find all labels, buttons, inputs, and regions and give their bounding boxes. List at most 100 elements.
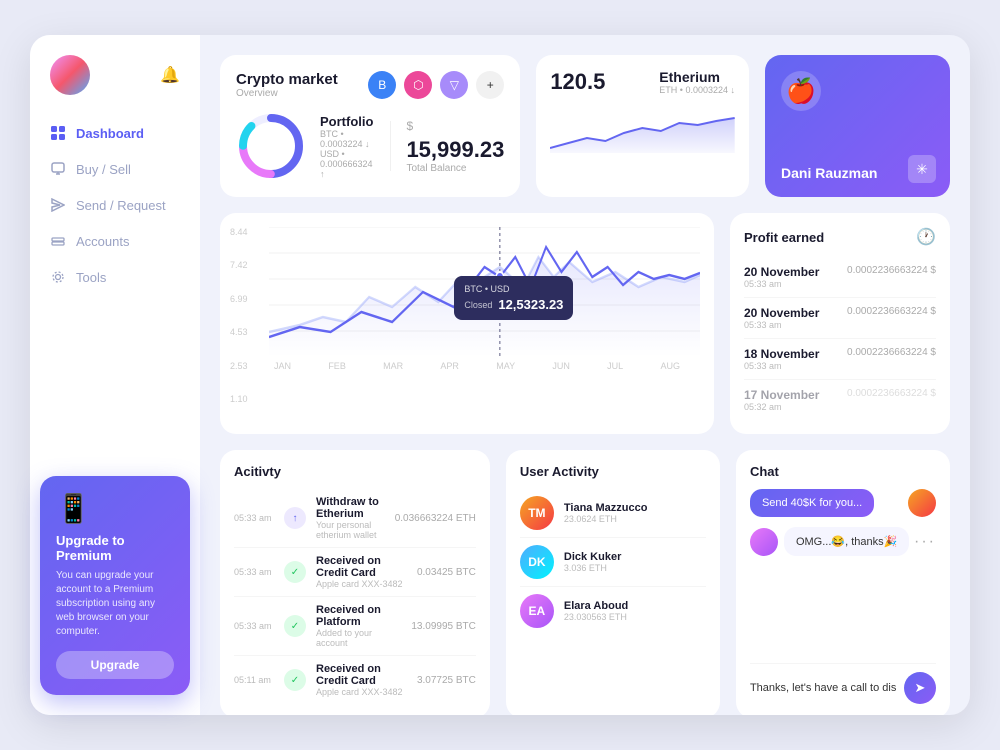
activity-time-0: 05:33 am [234,513,274,523]
activity-card: Acitivty 05:33 am ↑ Withdraw to Etherium… [220,450,490,715]
chat-received-row: OMG...😂, thanks🎉 ··· [750,527,936,556]
profit-date-1: 20 November [744,306,819,320]
activity-amount-0: 0.036663224 ETH [395,513,476,524]
typing-dots: ··· [914,533,936,551]
upgrade-icon: 📱 [56,492,174,525]
activity-dot-3: ✓ [284,669,306,691]
profit-amount-2: 0.0002236663224 $ [847,347,936,358]
chat-sent-row: Send 40$K for you... [750,489,936,517]
activity-row-2: 05:33 am ✓ Received on Platform Added to… [234,597,476,656]
balance-section: $ 15,999.23 Total Balance [406,119,504,174]
user-info-2: Elara Aboud 23.030563 ETH [564,600,628,622]
activity-amount-1: 0.03425 BTC [417,567,476,578]
vtc-icon-btn[interactable]: ▽ [440,71,468,99]
sidebar-item-sendrequest[interactable]: Send / Request [30,187,200,223]
upgrade-description: You can upgrade your account to a Premiu… [56,569,174,639]
x-label-2: MAR [383,361,403,371]
y-label-2: 6.99 [230,294,248,304]
y-label-5: 1.10 [230,394,248,404]
add-crypto-btn[interactable]: + [476,71,504,99]
activity-name-1: Received on Credit Card [316,555,407,579]
user-avatar-1: DK [520,545,554,579]
x-label-1: FEB [328,361,346,371]
crypto-market-title: Crypto market [236,71,338,88]
divider [390,121,391,171]
activity-row-1: 05:33 am ✓ Received on Credit Card Apple… [234,548,476,597]
user-activity-card: User Activity TM Tiana Mazzucco 23.0624 … [506,450,720,715]
sidebar-item-label-sendrequest: Send / Request [76,198,166,213]
send-icon [50,197,66,213]
profit-row-0: 20 November 05:33 am 0.0002236663224 $ [744,257,936,298]
profit-row-3: 17 November 05:32 am 0.0002236663224 $ [744,380,936,420]
profit-amount-1: 0.0002236663224 $ [847,306,936,317]
chart-card: 8.44 7.42 6.99 4.53 2.53 1.10 [220,213,714,434]
btc-icon-btn[interactable]: B [368,71,396,99]
crypto-market-card: Crypto market Overview B ⬡ ▽ + [220,55,520,197]
tooltip-label: BTC • USD [464,284,563,294]
history-icon[interactable]: 🕐 [916,227,936,247]
y-label-1: 7.42 [230,260,248,270]
user-info-1: Dick Kuker 3.036 ETH [564,551,621,573]
profit-card: Profit earned 🕐 20 November 05:33 am 0.0… [730,213,950,434]
upgrade-button[interactable]: Upgrade [56,651,174,679]
profit-title: Profit earned [744,230,824,245]
eth-chart [550,103,735,183]
upgrade-title: Upgrade to Premium [56,533,174,563]
chart-area: BTC • USD Closed 12,5323.23 [269,227,700,357]
chat-send-button[interactable]: ➤ [904,672,936,704]
portfolio-section: Portfolio BTC • 0.0003224 ↓ USD • 0.0006… [236,111,374,181]
layers-icon [50,233,66,249]
sidebar-item-dashboard[interactable]: Dashboard [30,115,200,151]
portfolio-btc: BTC • 0.0003224 ↓ [320,129,374,149]
chat-bubble-received: OMG...😂, thanks🎉 [784,527,909,556]
user-amount-0: 23.0624 ETH [564,514,648,524]
x-label-3: APR [440,361,459,371]
chart-tooltip: BTC • USD Closed 12,5323.23 [454,276,573,320]
sidebar-item-accounts[interactable]: Accounts [30,223,200,259]
activity-row-3: 05:11 am ✓ Received on Credit Card Apple… [234,656,476,704]
activity-info-0: Withdraw to Etherium Your personal ether… [316,496,385,540]
etherium-card: 120.5 Etherium ETH • 0.0003224 ↓ [536,55,749,197]
sidebar-item-label-dashboard: Dashboard [76,126,144,141]
settings-icon [50,269,66,285]
upgrade-card: 📱 Upgrade to Premium You can upgrade you… [40,476,190,695]
profit-row-1: 20 November 05:33 am 0.0002236663224 $ [744,298,936,339]
sidebar-item-label-accounts: Accounts [76,234,129,249]
activity-amount-2: 13.09995 BTC [411,621,476,632]
sidebar-item-buysell[interactable]: Buy / Sell [30,151,200,187]
chat-input[interactable] [750,682,896,694]
profit-header: Profit earned 🕐 [744,227,936,247]
balance-value: 15,999.23 [406,137,504,162]
chat-avatar-received [750,528,778,556]
eth-value: 120.5 [550,69,605,95]
user-name-0: Tiana Mazzucco [564,502,648,514]
activity-sub-3: Apple card XXX-3482 [316,687,407,697]
chart-x-labels: JAN FEB MAR APR MAY JUN JUL AUG [234,357,700,371]
dollar-sign: $ [406,119,413,133]
portfolio-donut [236,111,306,181]
profile-card: 🍎 Dani Rauzman ✳ [765,55,950,197]
crypto-market-subtitle: Overview [236,88,338,99]
profit-amount-0: 0.0002236663224 $ [847,265,936,276]
y-label-0: 8.44 [230,227,248,237]
portfolio-title: Portfolio [320,114,374,129]
main-container: 🔔 Dashboard [30,35,970,715]
chat-messages: Send 40$K for you... OMG...😂, thanks🎉 ··… [750,489,936,655]
content-area: Crypto market Overview B ⬡ ▽ + [200,35,970,715]
eth-icon-btn[interactable]: ⬡ [404,71,432,99]
activity-dot-2: ✓ [284,615,306,637]
profit-time-1: 05:33 am [744,320,819,330]
user-avatar-0: TM [520,496,554,530]
eth-header: 120.5 Etherium ETH • 0.0003224 ↓ [550,69,735,95]
profit-amount-3: 0.0002236663224 $ [847,388,936,399]
activity-info-2: Received on Platform Added to your accou… [316,604,401,648]
user-amount-2: 23.030563 ETH [564,612,628,622]
bell-icon[interactable]: 🔔 [160,65,180,85]
portfolio-info: Portfolio BTC • 0.0003224 ↓ USD • 0.0006… [320,114,374,179]
portfolio-usd: USD • 0.000666324 ↑ [320,149,374,179]
sidebar-item-tools[interactable]: Tools [30,259,200,295]
balance-amount: $ 15,999.23 [406,119,504,163]
activity-info-3: Received on Credit Card Apple card XXX-3… [316,663,407,697]
compass-icon: ✳ [908,155,936,183]
activity-time-3: 05:11 am [234,675,274,685]
